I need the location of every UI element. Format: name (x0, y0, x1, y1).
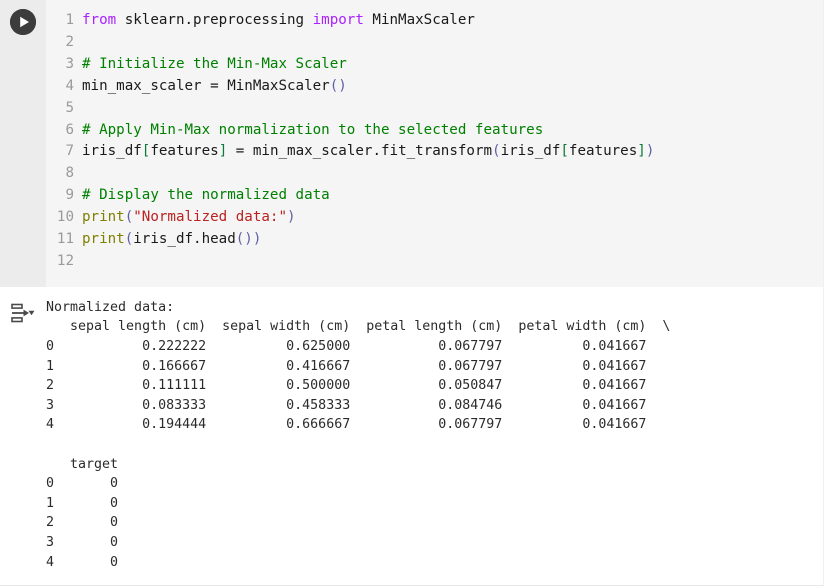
code-cell: 1 from sklearn.preprocessing import MinMa… (0, 0, 823, 287)
run-cell-button[interactable] (10, 9, 36, 35)
code-line-text: print("Normalized data:") (82, 207, 296, 229)
code-token-builtin: print (82, 209, 125, 226)
code-line-text: # Display the normalized data (82, 185, 330, 207)
code-line: 11 print(iris_df.head()) (46, 229, 823, 251)
code-token-kw: import (312, 12, 364, 28)
code-token-comment: # Display the normalized data (82, 187, 330, 204)
code-line: 1 from sklearn.preprocessing import MinMa… (46, 10, 823, 32)
code-token-bracket: ] (637, 143, 646, 160)
code-line: 6 # Apply Min-Max normalization to the se… (46, 120, 823, 142)
output-collapse-icon[interactable] (11, 303, 35, 323)
code-token-bracket: ] (218, 143, 228, 160)
code-token-plain: sklearn.preprocessing (116, 12, 313, 28)
line-number: 8 (65, 165, 74, 182)
code-line-text: # Apply Min-Max normalization to the sel… (82, 120, 543, 142)
line-number: 5 (65, 99, 74, 116)
code-line-text: print(iris_df.head()) (82, 229, 261, 251)
code-line: 7 iris_df[features] = min_max_scaler.fit_… (46, 141, 823, 163)
code-cell-gutter (0, 0, 46, 287)
code-line: 2 (46, 32, 823, 54)
code-token-plain: = min_max_scaler.fit_transform (227, 143, 493, 160)
notebook-cell-container: 1 from sklearn.preprocessing import MinMa… (0, 0, 824, 586)
code-token-kw: from (82, 12, 117, 28)
code-token-plain: iris_df.head (133, 231, 236, 248)
code-token-plain: features (150, 143, 219, 160)
code-line: 8 (46, 163, 823, 185)
code-token-plain: iris_df (82, 143, 142, 160)
line-number: 12 (56, 252, 74, 269)
code-line: 3 # Initialize the Min-Max Scaler (46, 54, 823, 76)
code-lines: 1 from sklearn.preprocessing import MinMa… (46, 10, 823, 273)
code-token-paren: ) (252, 231, 262, 248)
code-token-comment: # Apply Min-Max normalization to the sel… (82, 121, 544, 138)
code-line-text: from sklearn.preprocessing import MinMax… (82, 10, 475, 32)
output-text: Normalized data: sepal length (cm) sepal… (46, 299, 671, 570)
output-cell-gutter (0, 286, 46, 323)
line-number: 6 (65, 121, 74, 138)
code-editor[interactable]: 1 from sklearn.preprocessing import MinMa… (46, 0, 823, 287)
code-line: 5 (46, 98, 823, 120)
code-token-paren: ( (492, 143, 501, 160)
code-line-text: iris_df[features] = min_max_scaler.fit_t… (82, 141, 654, 163)
line-number: 2 (65, 33, 74, 50)
code-token-paren: ( (124, 209, 134, 226)
output-stream: Normalized data: sepal length (cm) sepal… (46, 287, 823, 582)
code-line-text: # Initialize the Min-Max Scaler (82, 54, 347, 76)
code-line: 12 (46, 251, 823, 273)
code-token-comment: # Initialize the Min-Max Scaler (82, 55, 347, 72)
line-number: 7 (65, 143, 74, 160)
code-line-text: min_max_scaler = MinMaxScaler() (82, 76, 347, 98)
code-token-paren: ) (645, 143, 655, 160)
line-number: 11 (56, 231, 74, 248)
line-number: 9 (65, 187, 74, 204)
code-line: 10 print("Normalized data:") (46, 207, 823, 229)
code-token-bracket: [ (560, 143, 569, 160)
code-token-plain: MinMaxScaler (363, 12, 475, 28)
code-token-paren: () (329, 77, 347, 94)
line-number: 1 (65, 12, 74, 28)
line-number: 10 (56, 209, 74, 226)
code-token-paren: ) (287, 209, 296, 226)
code-token-string: "Normalized data:" (133, 209, 288, 226)
output-cell: Normalized data: sepal length (cm) sepal… (0, 286, 823, 583)
code-token-builtin: print (82, 231, 125, 248)
code-token-plain: features (568, 143, 638, 160)
code-line: 9 # Display the normalized data (46, 185, 823, 207)
code-token-plain: min_max_scaler = MinMaxScaler (82, 77, 330, 94)
code-token-paren: () (235, 231, 253, 248)
code-token-paren: ( (124, 231, 134, 248)
line-number: 3 (65, 55, 74, 72)
line-number: 4 (65, 77, 74, 94)
play-circle-icon (10, 9, 36, 35)
code-token-plain: iris_df (500, 143, 561, 160)
code-line: 4 min_max_scaler = MinMaxScaler() (46, 76, 823, 98)
